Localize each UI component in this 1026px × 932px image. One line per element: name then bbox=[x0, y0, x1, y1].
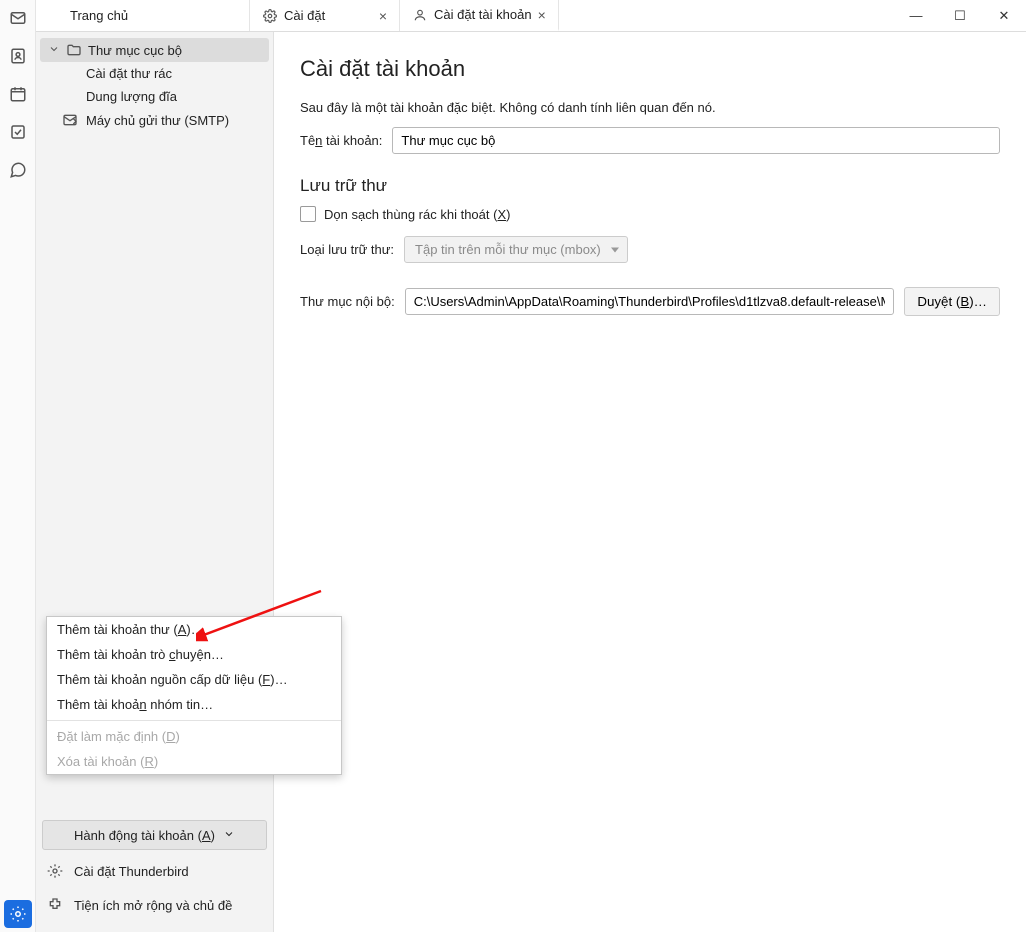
tab-settings[interactable]: Cài đặt × bbox=[250, 0, 400, 31]
menu-remove-account: Xóa tài khoản (R) bbox=[47, 749, 341, 774]
addons-icon bbox=[46, 896, 64, 914]
thunderbird-settings-link[interactable]: Cài đặt Thunderbird bbox=[40, 854, 269, 888]
page-description: Sau đây là một tài khoản đặc biệt. Không… bbox=[300, 100, 1000, 115]
local-dir-input[interactable] bbox=[405, 288, 895, 315]
chevron-down-icon bbox=[223, 828, 235, 843]
account-name-input[interactable] bbox=[392, 127, 1000, 154]
account-icon bbox=[412, 7, 428, 23]
menu-add-feed[interactable]: Thêm tài khoản nguồn cấp dữ liệu (F)… bbox=[47, 667, 341, 692]
sidebar-item-disk[interactable]: Dung lượng đĩa bbox=[40, 85, 269, 108]
tab-settings-label: Cài đặt bbox=[284, 8, 325, 23]
window-controls: — ☐ ✕ bbox=[894, 0, 1026, 31]
chevron-down-icon bbox=[48, 43, 60, 58]
close-icon[interactable]: × bbox=[379, 8, 387, 24]
tab-home-label: Trang chủ bbox=[70, 8, 128, 23]
folder-icon bbox=[66, 42, 82, 58]
close-icon[interactable]: × bbox=[538, 7, 546, 23]
sidebar-item-local-folders[interactable]: Thư mục cục bộ bbox=[40, 38, 269, 62]
address-book-icon[interactable] bbox=[4, 42, 32, 70]
mail-space-icon[interactable] bbox=[4, 4, 32, 32]
addons-link[interactable]: Tiện ích mở rộng và chủ đề bbox=[40, 888, 269, 922]
empty-trash-label: Dọn sạch thùng rác khi thoát (X) bbox=[324, 207, 510, 222]
account-tree: Thư mục cục bộ Cài đặt thư rác Dung lượn… bbox=[40, 38, 269, 132]
sidebar-item-smtp[interactable]: Máy chủ gửi thư (SMTP) bbox=[40, 108, 269, 132]
settings-space-icon[interactable] bbox=[4, 900, 32, 928]
spaces-toolbar bbox=[0, 0, 36, 932]
gear-icon bbox=[46, 862, 64, 880]
calendar-icon[interactable] bbox=[4, 80, 32, 108]
menu-separator bbox=[47, 720, 341, 721]
account-name-label: Tên tài khoản: bbox=[300, 133, 382, 148]
store-type-select: Tập tin trên mỗi thư mục (mbox) bbox=[404, 236, 628, 263]
gear-icon bbox=[262, 8, 278, 24]
menu-add-mail[interactable]: Thêm tài khoản thư (A)… bbox=[47, 617, 341, 642]
settings-pane: Cài đặt tài khoản Sau đây là một tài kho… bbox=[274, 32, 1026, 932]
minimize-button[interactable]: — bbox=[894, 0, 938, 32]
menu-set-default: Đặt làm mặc định (D) bbox=[47, 724, 341, 749]
store-type-label: Loại lưu trữ thư: bbox=[300, 242, 394, 257]
local-dir-label: Thư mục nội bộ: bbox=[300, 294, 395, 309]
account-actions-menu: Thêm tài khoản thư (A)… Thêm tài khoản t… bbox=[46, 616, 342, 775]
account-actions-button[interactable]: Hành động tài khoản (A) bbox=[42, 820, 267, 850]
tab-account-settings[interactable]: Cài đặt tài khoản × bbox=[400, 0, 559, 31]
tab-account-settings-label: Cài đặt tài khoản bbox=[434, 7, 532, 22]
account-sidebar: Thư mục cục bộ Cài đặt thư rác Dung lượn… bbox=[36, 32, 274, 932]
empty-trash-checkbox[interactable] bbox=[300, 206, 316, 222]
tasks-icon[interactable] bbox=[4, 118, 32, 146]
menu-add-chat[interactable]: Thêm tài khoản trò chuyện… bbox=[47, 642, 341, 667]
tab-bar: Trang chủ Cài đặt × Cài đặt tài khoản × … bbox=[0, 0, 1026, 32]
chat-icon[interactable] bbox=[4, 156, 32, 184]
page-title: Cài đặt tài khoản bbox=[300, 56, 1000, 82]
sidebar-item-label: Thư mục cục bộ bbox=[88, 43, 182, 58]
tab-home[interactable]: Trang chủ bbox=[0, 0, 250, 31]
maximize-button[interactable]: ☐ bbox=[938, 0, 982, 32]
menu-add-newsgroup[interactable]: Thêm tài khoản nhóm tin… bbox=[47, 692, 341, 717]
outgoing-icon bbox=[62, 112, 78, 128]
browse-button[interactable]: Duyệt (B)… bbox=[904, 287, 1000, 316]
sidebar-item-junk[interactable]: Cài đặt thư rác bbox=[40, 62, 269, 85]
storage-heading: Lưu trữ thư bbox=[300, 176, 1000, 196]
close-window-button[interactable]: ✕ bbox=[982, 0, 1026, 32]
content-area: Thư mục cục bộ Cài đặt thư rác Dung lượn… bbox=[36, 32, 1026, 932]
